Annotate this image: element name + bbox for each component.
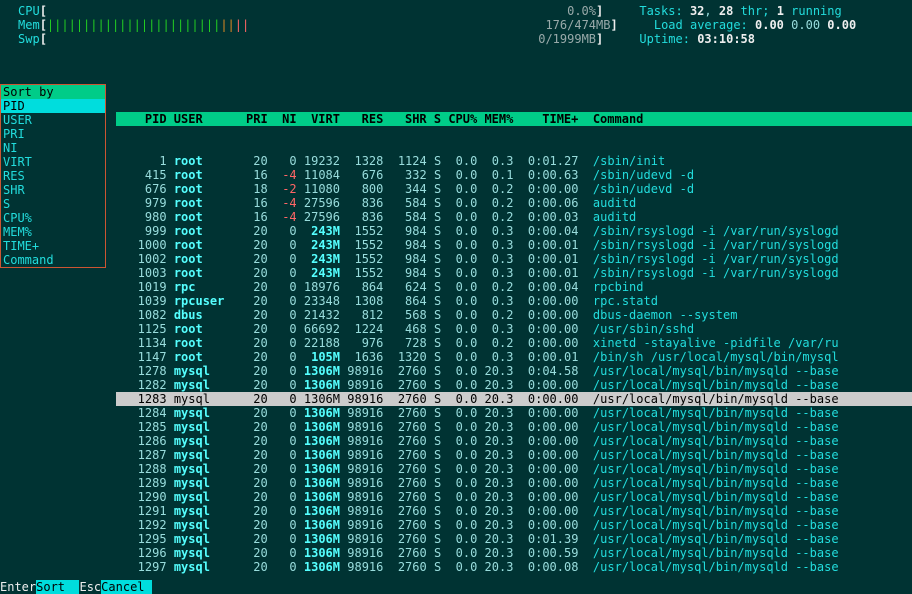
table-row[interactable]: 1002 root 20 0 243M 1552 984 S 0.0 0.3 0… [116, 252, 912, 266]
mem-label: Mem [18, 18, 40, 32]
table-row[interactable]: 1289 mysql 20 0 1306M 98916 2760 S 0.0 2… [116, 476, 912, 490]
footer-label-sort: Sort [36, 580, 79, 594]
table-row[interactable]: 1278 mysql 20 0 1306M 98916 2760 S 0.0 2… [116, 364, 912, 378]
table-row[interactable]: 1283 mysql 20 0 1306M 98916 2760 S 0.0 2… [116, 392, 912, 406]
cpu-pct: 0.0% [567, 4, 596, 18]
sort-item-ni[interactable]: NI [1, 141, 105, 155]
table-row[interactable]: 1285 mysql 20 0 1306M 98916 2760 S 0.0 2… [116, 420, 912, 434]
table-row[interactable]: 1282 mysql 20 0 1306M 98916 2760 S 0.0 2… [116, 378, 912, 392]
la-label: Load average: [654, 18, 748, 32]
footer-key-esc[interactable]: Esc [79, 580, 101, 594]
tasks-count: 32 [690, 4, 704, 18]
footer-key-enter[interactable]: Enter [0, 580, 36, 594]
table-row[interactable]: 1019 rpc 20 0 18976 864 624 S 0.0 0.2 0:… [116, 280, 912, 294]
table-row[interactable]: 1288 mysql 20 0 1306M 98916 2760 S 0.0 2… [116, 462, 912, 476]
swp-used: 0 [538, 32, 545, 46]
table-row[interactable]: 1147 root 20 0 105M 1636 1320 S 0.0 0.3 … [116, 350, 912, 364]
header-meters: CPU[ 0.0%] Tasks: 32, 28 thr; 1 running … [0, 0, 912, 46]
table-row[interactable]: 999 root 20 0 243M 1552 984 S 0.0 0.3 0:… [116, 224, 912, 238]
sort-item-user[interactable]: USER [1, 113, 105, 127]
sort-item-res[interactable]: RES [1, 169, 105, 183]
sort-item-cpu%[interactable]: CPU% [1, 211, 105, 225]
table-row[interactable]: 1296 mysql 20 0 1306M 98916 2760 S 0.0 2… [116, 546, 912, 560]
sort-item-time+[interactable]: TIME+ [1, 239, 105, 253]
table-row[interactable]: 1039 rpcuser 20 0 23348 1308 864 S 0.0 0… [116, 294, 912, 308]
thr-count: 28 [719, 4, 733, 18]
table-row[interactable]: 1297 mysql 20 0 1306M 98916 2760 S 0.0 2… [116, 560, 912, 574]
table-row[interactable]: 980 root 16 -4 27596 836 584 S 0.0 0.2 0… [116, 210, 912, 224]
table-row[interactable]: 979 root 16 -4 27596 836 584 S 0.0 0.2 0… [116, 196, 912, 210]
sort-by-panel[interactable]: Sort by PID USERPRINIVIRTRESSHRSCPU%MEM%… [0, 84, 106, 268]
footer-label-cancel: Cancel [101, 580, 152, 594]
uptime-label: Uptime: [639, 32, 690, 46]
table-row[interactable]: 1000 root 20 0 243M 1552 984 S 0.0 0.3 0… [116, 238, 912, 252]
sort-item-s[interactable]: S [1, 197, 105, 211]
mem-total: 474MB [574, 18, 610, 32]
table-row[interactable]: 1 root 20 0 19232 1328 1124 S 0.0 0.3 0:… [116, 154, 912, 168]
footer-bar: EnterSort EscCancel [0, 580, 912, 594]
table-row[interactable]: 1287 mysql 20 0 1306M 98916 2760 S 0.0 2… [116, 448, 912, 462]
swp-label: Swp [18, 32, 40, 46]
table-row[interactable]: 1291 mysql 20 0 1306M 98916 2760 S 0.0 2… [116, 504, 912, 518]
running-count: 1 [777, 4, 784, 18]
sort-item-virt[interactable]: VIRT [1, 155, 105, 169]
process-table[interactable]: PID USER PRI NI VIRT RES SHR S CPU% MEM%… [116, 84, 912, 588]
uptime-value: 03:10:58 [697, 32, 755, 46]
sort-item-pri[interactable]: PRI [1, 127, 105, 141]
sort-by-title: Sort by [1, 85, 105, 99]
table-row[interactable]: 1286 mysql 20 0 1306M 98916 2760 S 0.0 2… [116, 434, 912, 448]
table-row[interactable]: 1082 dbus 20 0 21432 812 568 S 0.0 0.2 0… [116, 308, 912, 322]
swp-total: 1999MB [553, 32, 596, 46]
sort-item-command[interactable]: Command [1, 253, 105, 267]
mem-used: 176 [545, 18, 567, 32]
cpu-label: CPU [18, 4, 40, 18]
table-row[interactable]: 1003 root 20 0 243M 1552 984 S 0.0 0.3 0… [116, 266, 912, 280]
table-row[interactable]: 1295 mysql 20 0 1306M 98916 2760 S 0.0 2… [116, 532, 912, 546]
table-row[interactable]: 1290 mysql 20 0 1306M 98916 2760 S 0.0 2… [116, 490, 912, 504]
tasks-label: Tasks: [639, 4, 682, 18]
table-row[interactable]: 1134 root 20 0 22188 976 728 S 0.0 0.2 0… [116, 336, 912, 350]
table-row[interactable]: 1284 mysql 20 0 1306M 98916 2760 S 0.0 2… [116, 406, 912, 420]
sort-item-shr[interactable]: SHR [1, 183, 105, 197]
table-row[interactable]: 1125 root 20 0 66692 1224 468 S 0.0 0.3 … [116, 322, 912, 336]
table-header[interactable]: PID USER PRI NI VIRT RES SHR S CPU% MEM%… [116, 112, 912, 126]
sort-item-mem%[interactable]: MEM% [1, 225, 105, 239]
table-row[interactable]: 1292 mysql 20 0 1306M 98916 2760 S 0.0 2… [116, 518, 912, 532]
table-row[interactable]: 415 root 16 -4 11084 676 332 S 0.0 0.1 0… [116, 168, 912, 182]
table-row[interactable]: 676 root 18 -2 11080 800 344 S 0.0 0.2 0… [116, 182, 912, 196]
sort-by-selected[interactable]: PID [1, 99, 105, 113]
